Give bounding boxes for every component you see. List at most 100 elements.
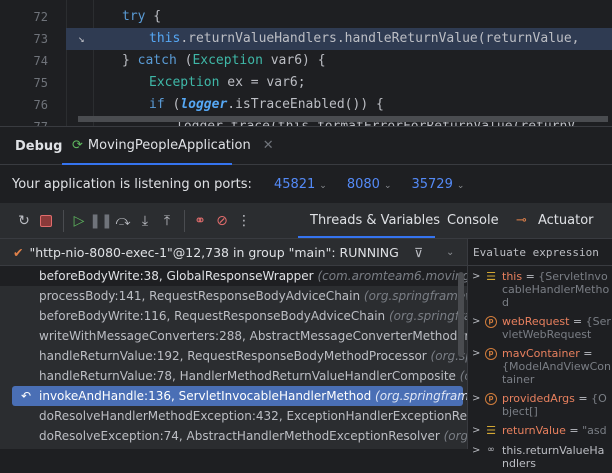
stack-frame[interactable]: ↶ invokeAndHandle:136, ServletInvocableHa…: [12, 386, 505, 406]
tab-threads-variables[interactable]: Threads & Variables: [310, 203, 440, 238]
code-token: Exception: [149, 75, 220, 90]
port-dropdown[interactable]: 8080 ⌄: [347, 177, 392, 192]
code-token: this: [149, 31, 181, 46]
toolbar-separator: [63, 209, 64, 232]
code-editor[interactable]: 72 try {73 ↘ this.returnValueHandlers.handl…: [0, 0, 612, 134]
tab-moving-people-application[interactable]: ⟳ MovingPeopleApplication ✕: [62, 127, 274, 165]
rerun-icon[interactable]: ↻: [14, 211, 34, 231]
line-number[interactable]: 76: [24, 94, 48, 116]
variable-text: returnValue = "asd: [502, 424, 611, 437]
param-icon: p: [484, 392, 498, 405]
code-token: if: [149, 97, 165, 112]
code-line[interactable]: 73 ↘ this.returnValueHandlers.handleReturn…: [34, 28, 612, 50]
variable-row[interactable]: > ☰ this = {ServletInvocableHandlerMethod: [468, 267, 611, 312]
horizontal-scrollbar[interactable]: [78, 116, 608, 122]
variable-row[interactable]: > p webRequest = {ServletWebRequest: [468, 312, 611, 344]
filter-icon[interactable]: ⊽: [414, 245, 423, 260]
frame-method: handleReturnValue:192, RequestResponseBo…: [39, 349, 431, 363]
more-icon[interactable]: ⋮: [234, 211, 254, 231]
debug-title: Debug: [15, 139, 63, 154]
code-line[interactable]: 72 try {: [0, 6, 612, 28]
line-number[interactable]: 75: [24, 72, 48, 94]
chevron-right-icon[interactable]: >: [472, 270, 484, 283]
ports-bar: Your application is listening on ports: …: [0, 165, 612, 203]
variable-name: webRequest: [502, 315, 570, 328]
code-token: Exception: [192, 53, 263, 68]
resume-icon[interactable]: ▷: [69, 211, 89, 231]
watch-icon: ∞: [487, 445, 495, 455]
stack-frame[interactable]: handleReturnValue:192, RequestResponseBo…: [0, 346, 561, 366]
frames-scrollbar[interactable]: [458, 272, 464, 357]
code-token: try: [122, 9, 146, 24]
view-breakpoints-icon[interactable]: ⚭: [190, 211, 210, 231]
pause-icon[interactable]: ❚❚: [89, 211, 112, 231]
chevron-down-icon[interactable]: ⌄: [446, 247, 454, 258]
variable-name: this.returnValueHandlers: [502, 444, 605, 470]
code-text: if (logger.isTraceEnabled()) {: [149, 94, 384, 116]
step-over-icon[interactable]: ⤼: [113, 211, 133, 231]
frame-method: invokeAndHandle:136, ServletInvocableHan…: [39, 389, 376, 403]
debug-toolbar: ↻ ▷ ❚❚ ⤼ ⤓ ⤒ ⚭ ⊘ ⋮ Threads & Variables C…: [0, 203, 612, 239]
thread-selector[interactable]: ✔ "http-nio-8080-exec-1"@12,738 in group…: [0, 239, 467, 266]
line-number[interactable]: 72: [24, 6, 48, 28]
stack-frame[interactable]: doResolveException:74, AbstractHandlerMe…: [0, 426, 574, 446]
code-token: catch: [137, 53, 177, 68]
toolbar-separator: [184, 209, 185, 232]
frame-method: processBody:141, RequestResponseBodyAdvi…: [39, 289, 364, 303]
stack-frame[interactable]: handleReturnValue:78, HandlerMethodRetur…: [0, 366, 590, 386]
code-text: } catch (Exception var6) {: [122, 50, 326, 72]
check-icon: ✔: [13, 244, 24, 260]
port-value: 35729: [411, 176, 453, 192]
frame-method: beforeBodyWrite:116, RequestResponseBody…: [39, 309, 389, 323]
equals-sign: =: [579, 347, 593, 360]
variable-name: providedArgs: [502, 392, 575, 405]
spring-run-icon: ⟳: [72, 137, 83, 153]
port-value: 8080: [346, 176, 380, 192]
port-dropdown[interactable]: 45821 ⌄: [274, 177, 327, 192]
variable-row[interactable]: > p providedArgs = {Object[]: [468, 389, 611, 421]
chevron-down-icon: ⌄: [383, 180, 392, 191]
port-dropdown[interactable]: 35729 ⌄: [411, 177, 464, 192]
variable-row[interactable]: > p mavContainer = {ModelAndViewContainer: [468, 344, 611, 389]
code-text: Exception ex = var6;: [149, 72, 306, 94]
chevron-right-icon[interactable]: >: [472, 392, 484, 405]
line-number[interactable]: 74: [24, 50, 48, 72]
chevron-right-icon[interactable]: >: [472, 424, 484, 437]
equals-sign: =: [522, 270, 539, 283]
stack-frame[interactable]: beforeBodyWrite:116, RequestResponseBody…: [0, 306, 519, 326]
variable-name: mavContainer: [502, 347, 580, 360]
field-icon: ☰: [486, 424, 496, 437]
stack-frame[interactable]: beforeBodyWrite:38, GlobalResponseWrappe…: [0, 266, 511, 286]
chevron-right-icon[interactable]: >: [472, 444, 484, 457]
close-icon[interactable]: ✕: [263, 138, 274, 153]
code-token: var6) {: [262, 53, 326, 68]
chevron-right-icon[interactable]: >: [472, 315, 484, 328]
tab-label: MovingPeopleApplication: [87, 137, 251, 153]
variable-row[interactable]: > ∞ this.returnValueHandlers: [468, 441, 611, 473]
frame-method: doResolveException:74, AbstractHandlerMe…: [39, 429, 444, 443]
evaluate-expression-input[interactable]: Evaluate expression: [468, 239, 612, 266]
return-icon: ↶: [21, 389, 32, 403]
tab-console[interactable]: Console: [447, 203, 499, 238]
step-into-icon[interactable]: ⤓: [135, 211, 155, 231]
actuator-icon: ⊸: [516, 213, 527, 228]
code-line[interactable]: 75 Exception ex = var6;: [0, 72, 612, 94]
code-line[interactable]: 76 if (logger.isTraceEnabled()) {: [0, 94, 612, 116]
variable-row[interactable]: > ☰ returnValue = "asd: [468, 421, 611, 441]
field-icon: ☰: [486, 270, 496, 283]
stop-icon[interactable]: [36, 211, 56, 231]
mute-breakpoints-icon[interactable]: ⊘: [212, 211, 232, 231]
stack-frame[interactable]: processBody:141, RequestResponseBodyAdvi…: [0, 286, 494, 306]
step-out-icon[interactable]: ⤒: [157, 211, 177, 231]
code-token: (: [164, 97, 181, 112]
ports-label: Your application is listening on ports:: [12, 176, 252, 192]
tab-actuator[interactable]: Actuator: [538, 203, 594, 238]
stack-frame[interactable]: writeWithMessageConverters:288, Abstract…: [0, 326, 515, 346]
code-token: .returnValueHandlers.handleReturnValue(r…: [180, 31, 580, 46]
code-token: (: [176, 53, 193, 68]
equals-sign: =: [569, 315, 586, 328]
line-number[interactable]: 73: [24, 28, 48, 50]
stack-frame[interactable]: doResolveHandlerMethodException:432, Exc…: [0, 406, 503, 426]
chevron-right-icon[interactable]: >: [472, 347, 484, 360]
code-line[interactable]: 74 } catch (Exception var6) {: [0, 50, 612, 72]
